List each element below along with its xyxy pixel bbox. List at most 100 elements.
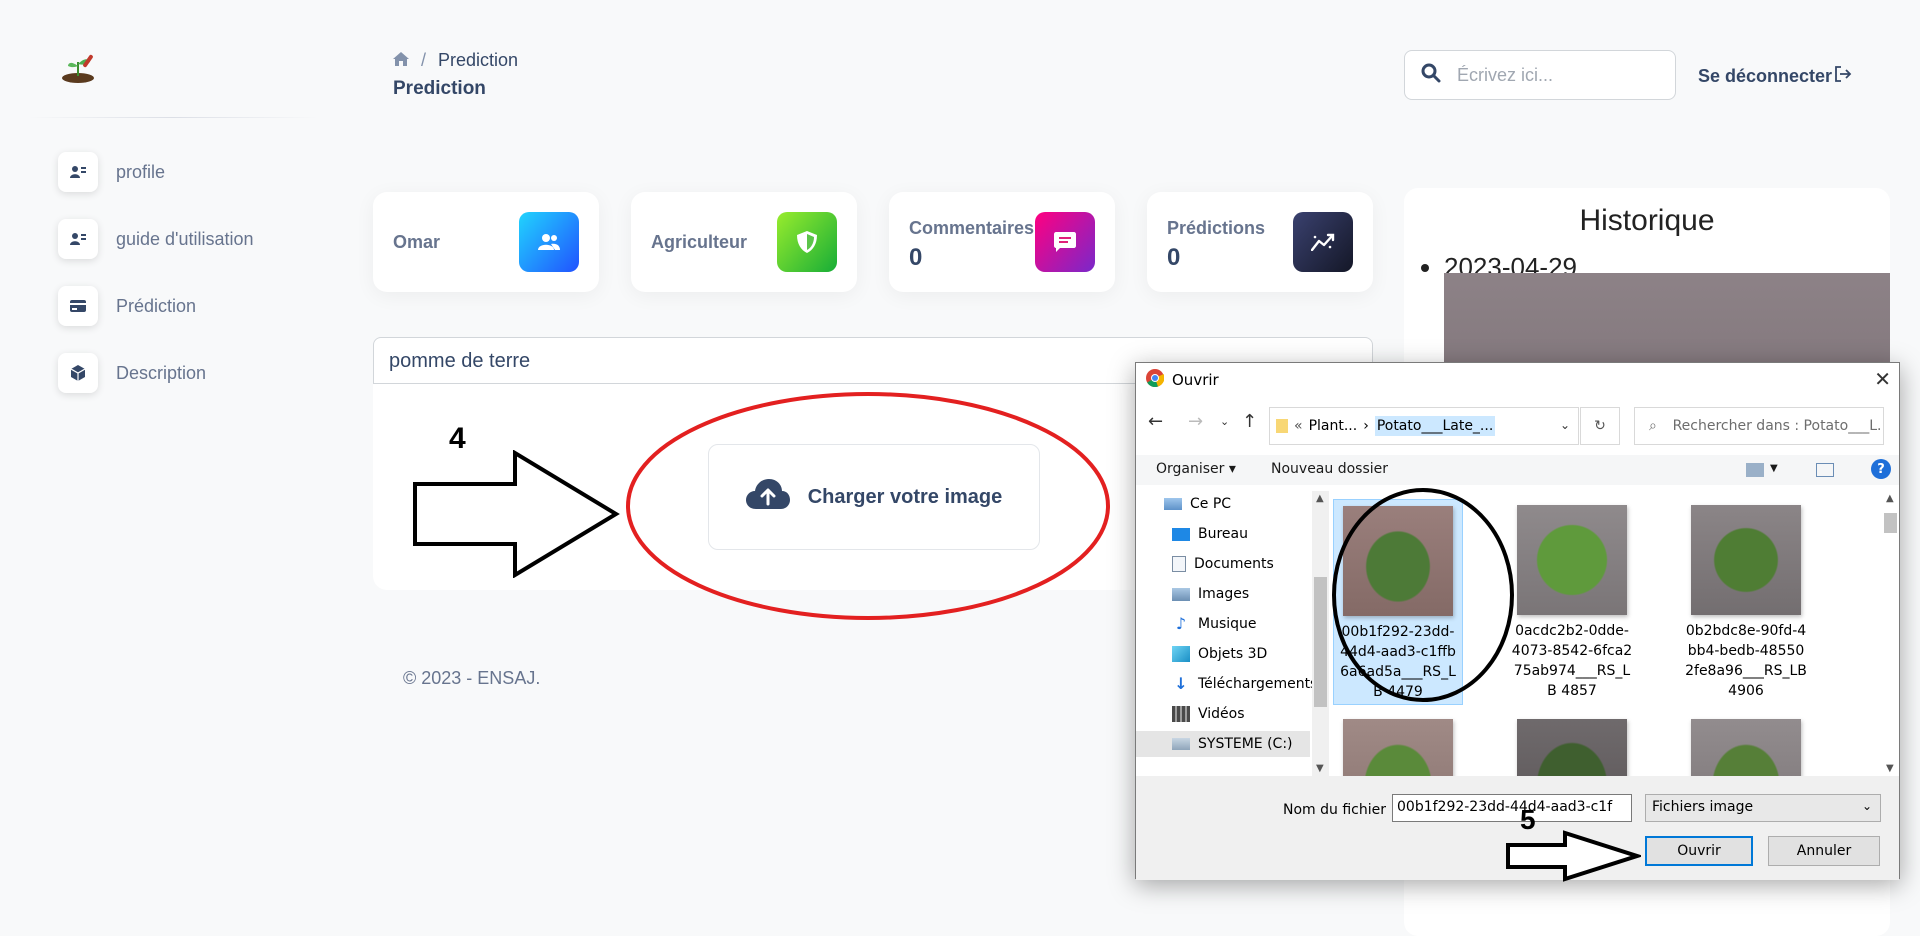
- file-scrollbar[interactable]: ▲ ▼: [1882, 491, 1899, 776]
- card-value: 0: [1167, 244, 1181, 271]
- file-item[interactable]: [1507, 713, 1637, 776]
- file-list: 00b1f292-23dd-44d4-aad3-c1ffb6a6ad5a___R…: [1329, 491, 1882, 776]
- user-card-icon: [58, 152, 98, 192]
- file-item[interactable]: [1681, 713, 1811, 776]
- tree-label: Musique: [1198, 616, 1257, 632]
- tree-item-images[interactable]: Images: [1172, 586, 1249, 602]
- refresh-icon[interactable]: ↻: [1580, 407, 1620, 445]
- recent-chevron-icon[interactable]: ⌄: [1220, 415, 1229, 428]
- sidebar-item-description[interactable]: Description: [58, 352, 206, 394]
- tree-label: Téléchargements: [1198, 676, 1318, 692]
- card-comments: Commentaires 0: [889, 192, 1115, 292]
- drive-icon: [1172, 738, 1190, 750]
- file-item[interactable]: 0b2bdc8e-90fd-4bb4-bedb-485502fe8a96___R…: [1681, 499, 1811, 705]
- card-title: Prédictions: [1167, 218, 1266, 238]
- download-icon: ↓: [1174, 674, 1188, 693]
- music-icon: ♪: [1175, 614, 1187, 633]
- file-thumbnail: [1343, 719, 1453, 776]
- sidebar-item-profile[interactable]: profile: [58, 151, 165, 193]
- filetype-select[interactable]: Fichiers image ⌄: [1645, 794, 1881, 822]
- tree-item-downloads[interactable]: ↓ Téléchargements: [1172, 674, 1318, 693]
- sidebar-item-prediction[interactable]: Prédiction: [58, 285, 196, 327]
- file-name: 00b1f292-23dd-44d4-aad3-c1ffb6a6ad5a___R…: [1340, 624, 1456, 700]
- new-folder-button[interactable]: Nouveau dossier: [1271, 461, 1388, 477]
- desktop-icon: [1172, 527, 1190, 541]
- file-thumbnail: [1691, 505, 1801, 615]
- home-icon[interactable]: [393, 50, 409, 71]
- logout-link[interactable]: Se déconnecter: [1698, 66, 1852, 87]
- shield-icon: [777, 212, 837, 272]
- open-button[interactable]: Ouvrir: [1645, 836, 1753, 866]
- sidebar-item-guide[interactable]: guide d'utilisation: [58, 218, 254, 260]
- file-name: 0b2bdc8e-90fd-4bb4-bedb-485502fe8a96___R…: [1685, 623, 1807, 699]
- tree-label: Bureau: [1198, 526, 1248, 542]
- sidebar-item-label: Description: [116, 362, 207, 383]
- file-thumbnail: [1517, 719, 1627, 776]
- file-item[interactable]: 00b1f292-23dd-44d4-aad3-c1ffb6a6ad5a___R…: [1333, 499, 1463, 705]
- dialog-search-placeholder: Rechercher dans : Potato___L...: [1672, 418, 1883, 434]
- folder-tree: Ce PC Bureau Documents Images ♪ Musique …: [1136, 491, 1317, 776]
- dialog-search-input[interactable]: ⌕ Rechercher dans : Potato___L...: [1634, 407, 1884, 445]
- filename-label: Nom du fichier :: [1283, 802, 1396, 818]
- tree-item-3d-objects[interactable]: Objets 3D: [1172, 646, 1267, 662]
- tree-item-system-drive[interactable]: SYSTEME (C:): [1136, 731, 1310, 757]
- tree-item-videos[interactable]: Vidéos: [1172, 706, 1245, 722]
- image-icon: [1172, 587, 1190, 601]
- dialog-titlebar[interactable]: Ouvrir: [1136, 363, 1899, 397]
- dialog-bottom-bar: Nom du fichier : 00b1f292-23dd-44d4-aad3…: [1136, 776, 1899, 880]
- file-thumbnail: [1517, 505, 1627, 615]
- search-box[interactable]: [1404, 50, 1676, 100]
- back-arrow-icon[interactable]: ←: [1148, 411, 1163, 432]
- sidebar-item-label: profile: [116, 161, 166, 182]
- video-icon: [1172, 706, 1190, 722]
- address-current[interactable]: Potato___Late_...: [1374, 416, 1496, 436]
- tree-item-documents[interactable]: Documents: [1172, 556, 1274, 572]
- logout-icon: [1834, 66, 1852, 87]
- help-icon[interactable]: ?: [1871, 459, 1891, 479]
- chrome-icon: [1146, 369, 1165, 391]
- preview-pane-icon[interactable]: [1816, 463, 1834, 477]
- close-icon[interactable]: ✕: [1874, 367, 1891, 391]
- card-value: 0: [909, 244, 923, 271]
- tree-label: Vidéos: [1198, 706, 1245, 722]
- card-predictions: Prédictions 0: [1147, 192, 1373, 292]
- tree-label: Documents: [1194, 556, 1274, 572]
- file-name: 0acdc2b2-0dde-4073-8542-6fca275ab974___R…: [1511, 623, 1633, 699]
- forward-arrow-icon[interactable]: →: [1188, 411, 1203, 432]
- view-icon[interactable]: [1746, 463, 1764, 477]
- view-chevron-icon[interactable]: ▼: [1770, 463, 1778, 474]
- tree-item-this-pc[interactable]: Ce PC: [1164, 496, 1231, 512]
- card-role: Agriculteur: [631, 192, 857, 292]
- credit-card-icon: [58, 286, 98, 326]
- logout-label: Se déconnecter: [1698, 66, 1833, 86]
- tree-label: Ce PC: [1190, 496, 1232, 512]
- file-item[interactable]: 0acdc2b2-0dde-4073-8542-6fca275ab974___R…: [1507, 499, 1637, 705]
- cancel-button[interactable]: Annuler: [1768, 836, 1880, 866]
- sidebar-divider: [28, 117, 318, 118]
- tree-item-music[interactable]: ♪ Musique: [1172, 614, 1257, 633]
- tree-item-desktop[interactable]: Bureau: [1172, 526, 1248, 542]
- step-4-arrow: [413, 450, 620, 578]
- tree-label: Objets 3D: [1198, 646, 1268, 662]
- page-title: Prediction: [393, 78, 486, 99]
- search-input[interactable]: [1457, 64, 1657, 86]
- chevron-down-icon[interactable]: ⌄: [1560, 418, 1570, 432]
- card-title: Agriculteur: [651, 232, 748, 252]
- address-bar[interactable]: « Plant... › Potato___Late_... ⌄: [1269, 407, 1579, 445]
- app-logo[interactable]: [60, 50, 100, 86]
- user-card-icon: [58, 219, 98, 259]
- address-parent[interactable]: Plant...: [1309, 418, 1358, 434]
- dialog-navbar: ← → ⌄ ↑ « Plant... › Potato___Late_... ⌄…: [1136, 403, 1899, 445]
- chevron-down-icon: ⌄: [1861, 799, 1872, 813]
- organize-menu[interactable]: Organiser ▾: [1156, 461, 1236, 477]
- sidebar-item-label: Prédiction: [116, 295, 197, 316]
- search-icon: [1421, 63, 1441, 88]
- footer-copyright: © 2023 - ENSAJ.: [403, 668, 541, 688]
- file-item[interactable]: [1333, 713, 1463, 776]
- filetype-value: Fichiers image: [1652, 799, 1754, 815]
- tree-scrollbar[interactable]: ▲ ▼: [1312, 491, 1329, 776]
- history-title: Historique: [1579, 204, 1715, 237]
- filename-input[interactable]: 00b1f292-23dd-44d4-aad3-c1f: [1392, 794, 1632, 822]
- up-arrow-icon[interactable]: ↑: [1242, 411, 1257, 432]
- breadcrumb-current: Prediction: [438, 50, 519, 70]
